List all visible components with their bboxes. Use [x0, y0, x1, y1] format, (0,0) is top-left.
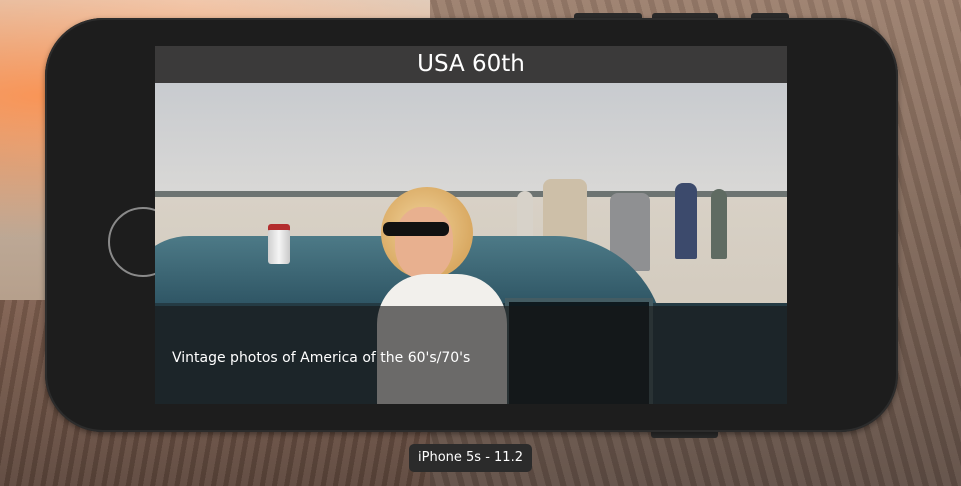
nav-title: USA 60th [417, 51, 525, 77]
photo-person [711, 189, 727, 259]
photo-person [675, 183, 697, 259]
navigation-bar: USA 60th [155, 46, 787, 83]
photo-caption: Vintage photos of America of the 60's/70… [172, 350, 471, 366]
simulator-screen[interactable]: USA 60th Vintage photos of America of th… [155, 46, 787, 404]
device-label: iPhone 5s - 11.2 [409, 444, 532, 472]
photo-sky [155, 83, 787, 195]
woman-face [395, 207, 453, 279]
beer-can [268, 224, 290, 264]
woman-sunglasses [383, 222, 449, 236]
